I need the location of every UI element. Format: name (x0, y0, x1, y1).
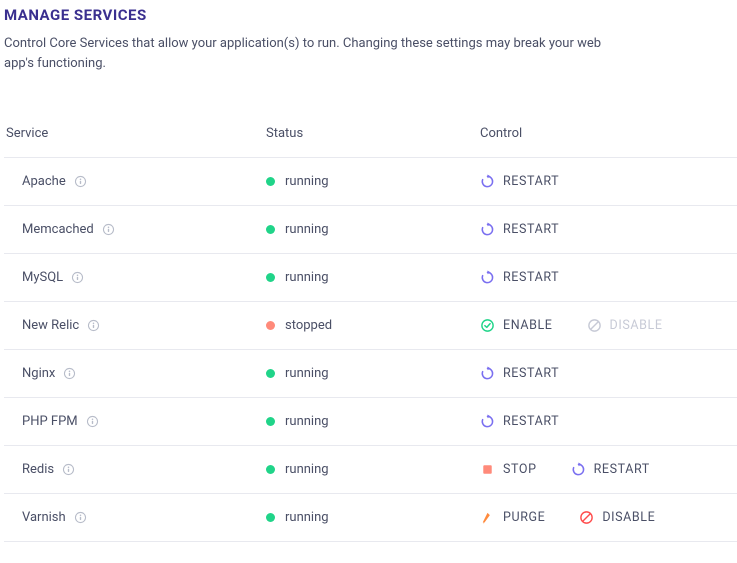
ban-icon (579, 510, 594, 525)
service-name: Varnish (22, 510, 66, 525)
control-cell: PURGE DISABLE (480, 496, 735, 539)
control-cell: RESTART (480, 352, 735, 395)
control-cell: RESTART (480, 256, 735, 299)
service-name: Apache (22, 174, 66, 189)
status-indicator-icon (266, 513, 275, 522)
status-indicator-icon (266, 225, 275, 234)
service-name: PHP FPM (22, 414, 78, 429)
status-text: running (285, 270, 329, 285)
page-title: MANAGE SERVICES (4, 6, 737, 24)
status-text: running (285, 366, 329, 381)
disable-button[interactable]: DISABLE (579, 510, 655, 525)
info-icon[interactable] (102, 223, 115, 236)
control-label: RESTART (503, 366, 559, 381)
service-name: Redis (22, 462, 54, 477)
service-row: Memcached running RESTART (4, 206, 737, 254)
status-indicator-icon (266, 417, 275, 426)
control-label: RESTART (503, 414, 559, 429)
restart-icon (480, 174, 495, 189)
service-name: Memcached (22, 222, 94, 237)
control-label: RESTART (503, 270, 559, 285)
status-text: stopped (285, 318, 332, 333)
service-row: Nginx running RESTART (4, 350, 737, 398)
control-cell: ENABLE DISABLE (480, 304, 735, 347)
column-header-control: Control (480, 112, 735, 155)
info-icon[interactable] (71, 271, 84, 284)
control-label: PURGE (503, 510, 545, 525)
control-label: ENABLE (503, 318, 553, 333)
restart-button[interactable]: RESTART (480, 174, 559, 189)
restart-icon (480, 414, 495, 429)
status-text: running (285, 462, 329, 477)
enable-button[interactable]: ENABLE (480, 318, 553, 333)
status-indicator-icon (266, 273, 275, 282)
info-icon[interactable] (74, 175, 87, 188)
services-table: Service Status Control Apache running RE… (4, 110, 737, 542)
control-label: STOP (503, 462, 537, 477)
stop-button[interactable]: STOP (480, 462, 537, 477)
status-text: running (285, 222, 329, 237)
restart-button[interactable]: RESTART (480, 366, 559, 381)
control-cell: RESTART (480, 400, 735, 443)
table-header-row: Service Status Control (4, 110, 737, 158)
service-row: Apache running RESTART (4, 158, 737, 206)
info-icon[interactable] (87, 319, 100, 332)
info-icon[interactable] (86, 415, 99, 428)
control-label: RESTART (503, 222, 559, 237)
broom-icon (480, 510, 495, 525)
column-header-service: Service (6, 112, 266, 155)
service-row: PHP FPM running RESTART (4, 398, 737, 446)
service-name: Nginx (22, 366, 55, 381)
restart-button[interactable]: RESTART (480, 414, 559, 429)
control-cell: RESTART (480, 160, 735, 203)
check-circle-icon (480, 318, 495, 333)
restart-button[interactable]: RESTART (571, 462, 650, 477)
purge-button[interactable]: PURGE (480, 510, 545, 525)
control-label: RESTART (503, 174, 559, 189)
restart-icon (480, 366, 495, 381)
service-name: MySQL (22, 270, 63, 285)
service-name: New Relic (22, 318, 79, 333)
disable-button: DISABLE (587, 318, 663, 333)
status-indicator-icon (266, 321, 275, 330)
status-text: running (285, 174, 329, 189)
control-cell: STOP RESTART (480, 448, 735, 491)
info-icon[interactable] (74, 511, 87, 524)
service-row: Varnish running PURGE DISABLE (4, 494, 737, 542)
restart-icon (480, 270, 495, 285)
control-cell: RESTART (480, 208, 735, 251)
ban-icon (587, 318, 602, 333)
restart-button[interactable]: RESTART (480, 270, 559, 285)
control-label: DISABLE (602, 510, 655, 525)
service-row: Redis running STOP RESTART (4, 446, 737, 494)
restart-button[interactable]: RESTART (480, 222, 559, 237)
service-row: New Relic stopped ENABLE DISABLE (4, 302, 737, 350)
service-row: MySQL running RESTART (4, 254, 737, 302)
info-icon[interactable] (63, 367, 76, 380)
stop-icon (480, 462, 495, 477)
restart-icon (571, 462, 586, 477)
status-text: running (285, 414, 329, 429)
control-label: RESTART (594, 462, 650, 477)
status-text: running (285, 510, 329, 525)
status-indicator-icon (266, 177, 275, 186)
info-icon[interactable] (62, 463, 75, 476)
status-indicator-icon (266, 465, 275, 474)
column-header-status: Status (266, 112, 480, 155)
page-description: Control Core Services that allow your ap… (4, 34, 624, 74)
status-indicator-icon (266, 369, 275, 378)
control-label: DISABLE (610, 318, 663, 333)
restart-icon (480, 222, 495, 237)
